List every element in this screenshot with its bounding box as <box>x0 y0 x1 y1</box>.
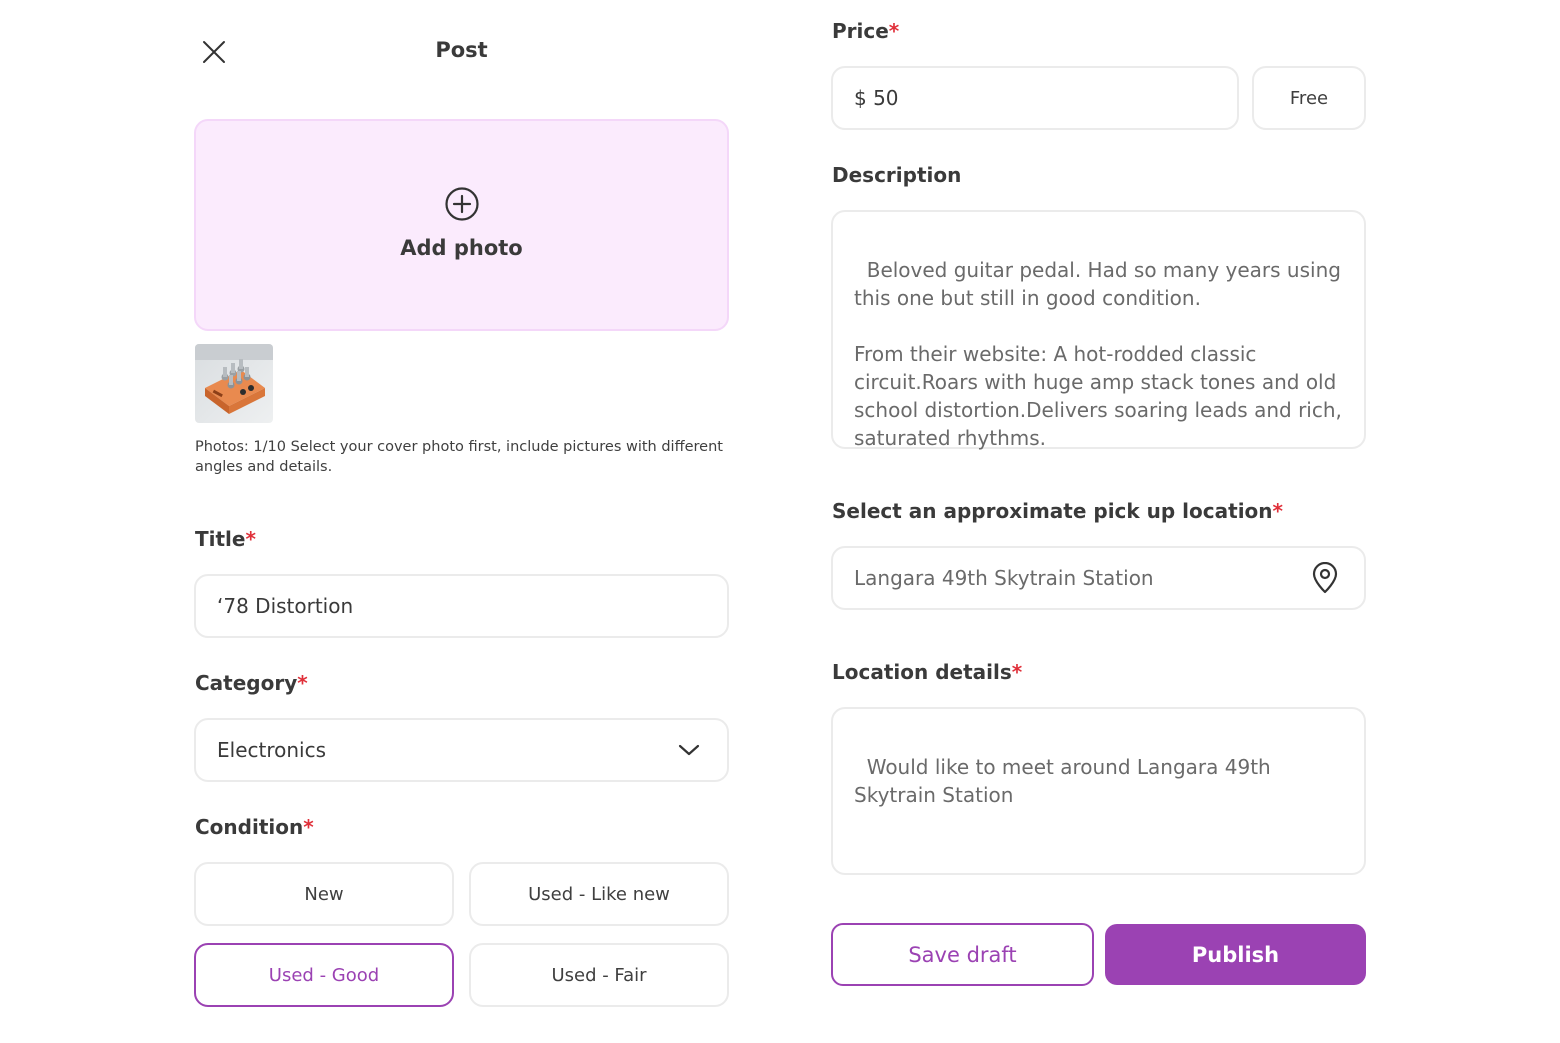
free-button-label: Free <box>1289 87 1329 109</box>
condition-label-text: Condition <box>195 815 304 839</box>
category-label-text: Category <box>195 671 298 695</box>
plus-circle-icon <box>444 187 479 221</box>
condition-label: Condition* <box>195 815 314 839</box>
pickup-location-label-text: Select an approximate pick up location <box>832 499 1273 523</box>
required-marker: * <box>888 19 900 43</box>
add-photo-label: Add photo <box>400 236 523 260</box>
price-input-value: $ 50 <box>854 86 899 110</box>
location-details-label: Location details* <box>832 660 1022 684</box>
title-label-text: Title <box>195 527 246 551</box>
location-details-label-text: Location details <box>832 660 1012 684</box>
description-label-text: Description <box>832 163 962 187</box>
condition-option-label: New <box>304 883 344 905</box>
required-marker: * <box>1011 660 1023 684</box>
photo-thumbnail[interactable] <box>195 344 273 423</box>
title-input[interactable]: ‘78 Distortion <box>194 574 729 638</box>
required-marker: * <box>303 815 314 839</box>
condition-option-label: Used - Like new <box>528 883 670 905</box>
page-title: Post <box>435 38 488 62</box>
condition-option-used-fair[interactable]: Used - Fair <box>469 943 729 1007</box>
condition-option-new[interactable]: New <box>194 862 454 926</box>
location-details-textarea[interactable]: Would like to meet around Langara 49th S… <box>831 707 1366 875</box>
title-input-value: ‘78 Distortion <box>217 594 354 618</box>
required-marker: * <box>297 671 308 695</box>
condition-option-label: Used - Good <box>268 964 380 986</box>
pickup-location-label: Select an approximate pick up location* <box>832 499 1283 523</box>
chevron-down-icon <box>678 744 700 756</box>
description-value: Beloved guitar pedal. Had so many years … <box>854 258 1342 450</box>
pickup-location-input[interactable]: Langara 49th Skytrain Station <box>831 546 1366 610</box>
price-label-text: Price <box>832 19 889 43</box>
category-select-value: Electronics <box>217 738 327 762</box>
free-button[interactable]: Free <box>1252 66 1366 130</box>
publish-label: Publish <box>1191 942 1280 967</box>
description-label: Description <box>832 163 961 187</box>
required-marker: * <box>1272 499 1283 523</box>
description-textarea[interactable]: Beloved guitar pedal. Had so many years … <box>831 210 1366 450</box>
photos-helper-text: Photos: 1/10 Select your cover photo fir… <box>195 439 723 475</box>
add-photo-button[interactable]: Add photo <box>194 119 729 331</box>
publish-button[interactable]: Publish <box>1105 924 1366 985</box>
save-draft-button[interactable]: Save draft <box>831 923 1094 986</box>
save-draft-label: Save draft <box>908 942 1017 967</box>
category-select[interactable]: Electronics <box>194 718 729 782</box>
guitar-pedal-photo <box>195 344 273 423</box>
condition-option-used-good[interactable]: Used - Good <box>194 943 454 1007</box>
required-marker: * <box>245 527 256 551</box>
location-details-value: Would like to meet around Langara 49th S… <box>854 755 1278 807</box>
condition-option-used-like-new[interactable]: Used - Like new <box>469 862 729 926</box>
pickup-location-value: Langara 49th Skytrain Station <box>854 566 1154 590</box>
category-label: Category* <box>195 671 308 695</box>
price-input[interactable]: $ 50 <box>831 66 1239 130</box>
price-label: Price* <box>832 19 899 43</box>
title-label: Title* <box>195 527 256 551</box>
map-pin-icon[interactable] <box>1311 562 1339 594</box>
condition-option-label: Used - Fair <box>551 964 647 986</box>
